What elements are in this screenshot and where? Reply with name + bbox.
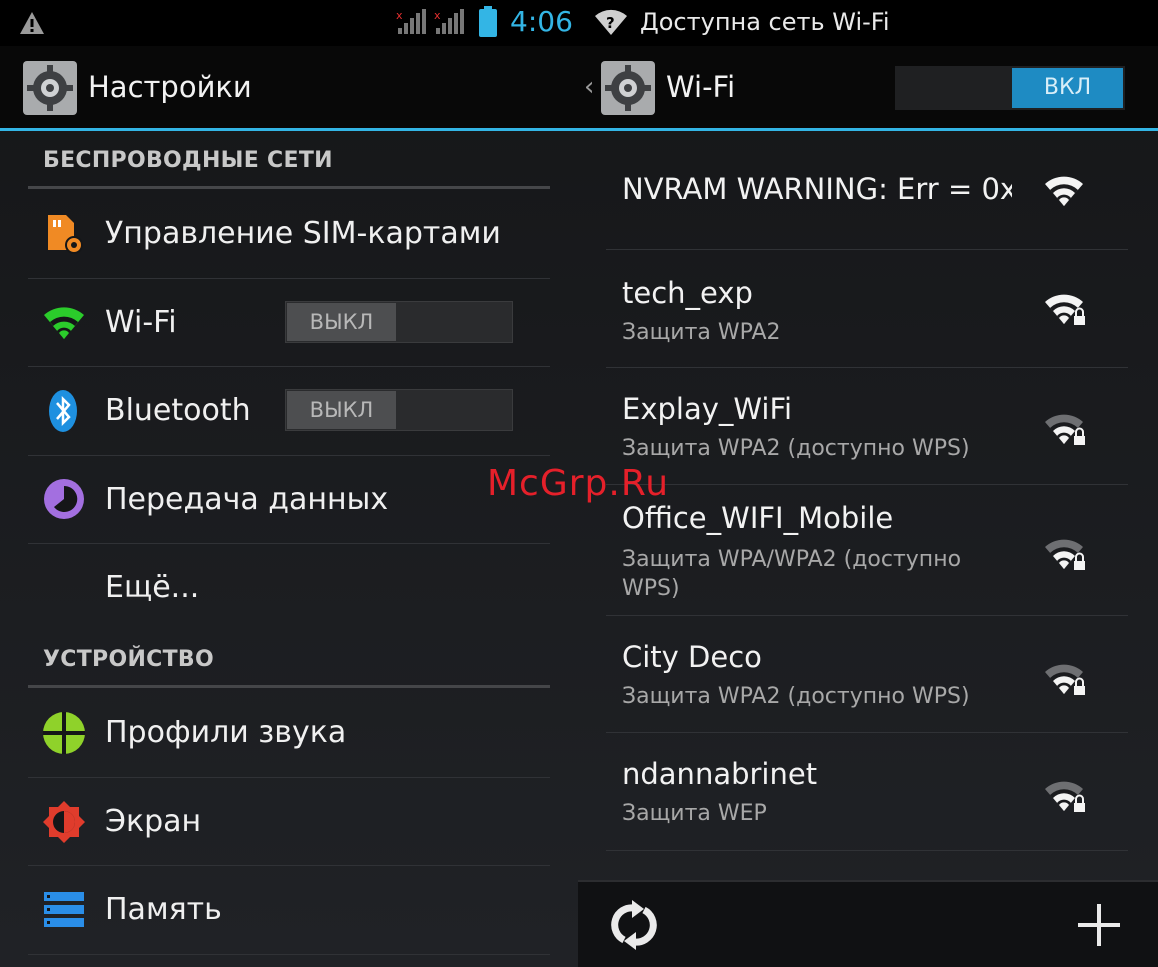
wifi-signal-medium-locked-icon <box>1045 781 1085 812</box>
network-name: Explay_WiFi <box>622 392 793 426</box>
divider <box>606 850 1128 851</box>
wifi-signal-medium-locked-icon <box>1045 664 1085 695</box>
data-usage-icon <box>44 479 84 519</box>
network-security: Защита WPA/WPA2 (доступно WPS) <box>622 547 962 601</box>
menu-item-label: Передача данных <box>105 482 389 517</box>
section-divider <box>28 685 550 688</box>
add-network-icon[interactable] <box>1076 902 1122 948</box>
network-security: Защита WPA2 (доступно WPS) <box>622 436 970 461</box>
toggle-state: ВЫКЛ <box>287 303 396 341</box>
menu-item-display[interactable]: Экран <box>0 778 578 865</box>
menu-item-more[interactable]: Ещё... <box>0 544 578 632</box>
bluetooth-icon <box>49 390 77 432</box>
bluetooth-toggle[interactable]: ВЫКЛ <box>285 389 513 431</box>
menu-item-label: Профили звука <box>105 715 347 750</box>
network-name: ndannabrinet <box>622 757 818 791</box>
network-item[interactable]: City Deco Защита WPA2 (доступно WPS) <box>578 616 1158 732</box>
network-name: tech_exp <box>622 276 753 310</box>
wifi-signal-medium-locked-icon <box>1045 539 1085 570</box>
network-name: Office_WIFI_Mobile <box>622 501 894 535</box>
menu-item-wifi[interactable]: Wi-Fi ВЫКЛ <box>0 279 578 366</box>
signal-no-sim-2-icon: x <box>434 9 464 34</box>
network-name: NVRAM WARNING: Err = 0x10 <box>622 172 1012 206</box>
section-header-device: УСТРОЙСТВО <box>43 647 214 672</box>
warning-triangle-icon <box>20 12 44 34</box>
clock: 4:06 <box>510 5 573 38</box>
page-title: Wi-Fi <box>666 70 736 104</box>
settings-gear-icon[interactable] <box>22 60 78 116</box>
wifi-icon <box>44 307 84 339</box>
network-item[interactable]: Office_WIFI_Mobile Защита WPA/WPA2 (дост… <box>578 485 1158 615</box>
menu-item-sound-profiles[interactable]: Профили звука <box>0 689 578 777</box>
page-title: Настройки <box>88 70 252 104</box>
network-item[interactable]: ndannabrinet Защита WEP <box>578 733 1158 850</box>
action-bar: ‹ Wi-Fi ВКЛ <box>578 46 1158 128</box>
action-bar-underline <box>0 128 578 131</box>
toggle-state: ВКЛ <box>1012 68 1123 108</box>
action-bar: Настройки <box>0 46 578 128</box>
network-item[interactable]: NVRAM WARNING: Err = 0x10 <box>578 132 1158 250</box>
menu-item-label: Wi-Fi <box>105 305 177 340</box>
refresh-icon[interactable] <box>610 900 658 950</box>
wifi-signal-locked-icon <box>1045 294 1085 325</box>
wifi-toggle[interactable]: ВЫКЛ <box>285 301 513 343</box>
action-bar-underline <box>578 128 1158 131</box>
section-divider <box>28 186 550 189</box>
signal-no-sim-icon: x <box>396 9 426 34</box>
divider <box>28 954 550 955</box>
status-bar: ? Доступна сеть Wi-Fi <box>578 0 1158 46</box>
sim-card-settings-icon <box>48 215 83 254</box>
bottom-action-bar <box>578 880 1158 967</box>
network-name: City Deco <box>622 640 762 674</box>
storage-icon <box>44 892 84 927</box>
notification-text: Доступна сеть Wi-Fi <box>640 8 890 36</box>
menu-item-label: Bluetooth <box>105 393 251 428</box>
network-security: Защита WPA2 (доступно WPS) <box>622 684 970 709</box>
network-security: Защита WPA2 <box>622 320 781 345</box>
display-icon <box>43 801 85 843</box>
wifi-master-toggle[interactable]: ВКЛ <box>895 66 1125 110</box>
watermark: McGrp.Ru <box>487 463 670 504</box>
wifi-signal-strong-icon <box>1045 176 1083 206</box>
settings-gear-icon[interactable] <box>600 60 656 116</box>
status-bar: x x 4:06 <box>0 0 578 46</box>
menu-item-bluetooth[interactable]: Bluetooth ВЫКЛ <box>0 367 578 455</box>
menu-item-storage[interactable]: Память <box>0 866 578 954</box>
menu-item-label: Память <box>105 892 222 927</box>
battery-icon <box>479 6 497 37</box>
menu-item-sim[interactable]: Управление SIM-картами <box>0 190 578 278</box>
svg-text:x: x <box>396 9 403 22</box>
sound-profile-icon <box>43 712 85 754</box>
toggle-state: ВЫКЛ <box>287 391 396 429</box>
wifi-signal-medium-locked-icon <box>1045 414 1085 445</box>
section-header-wireless: БЕСПРОВОДНЫЕ СЕТИ <box>43 148 333 173</box>
network-security: Защита WEP <box>622 801 767 826</box>
svg-text:?: ? <box>606 14 615 32</box>
svg-text:x: x <box>434 9 441 22</box>
wifi-question-icon: ? <box>595 9 627 36</box>
menu-item-label: Управление SIM-картами <box>105 216 501 251</box>
back-chevron-icon[interactable]: ‹ <box>584 72 594 102</box>
menu-item-label: Экран <box>105 804 202 839</box>
menu-item-label: Ещё... <box>105 570 200 605</box>
network-item[interactable]: tech_exp Защита WPA2 <box>578 250 1158 367</box>
